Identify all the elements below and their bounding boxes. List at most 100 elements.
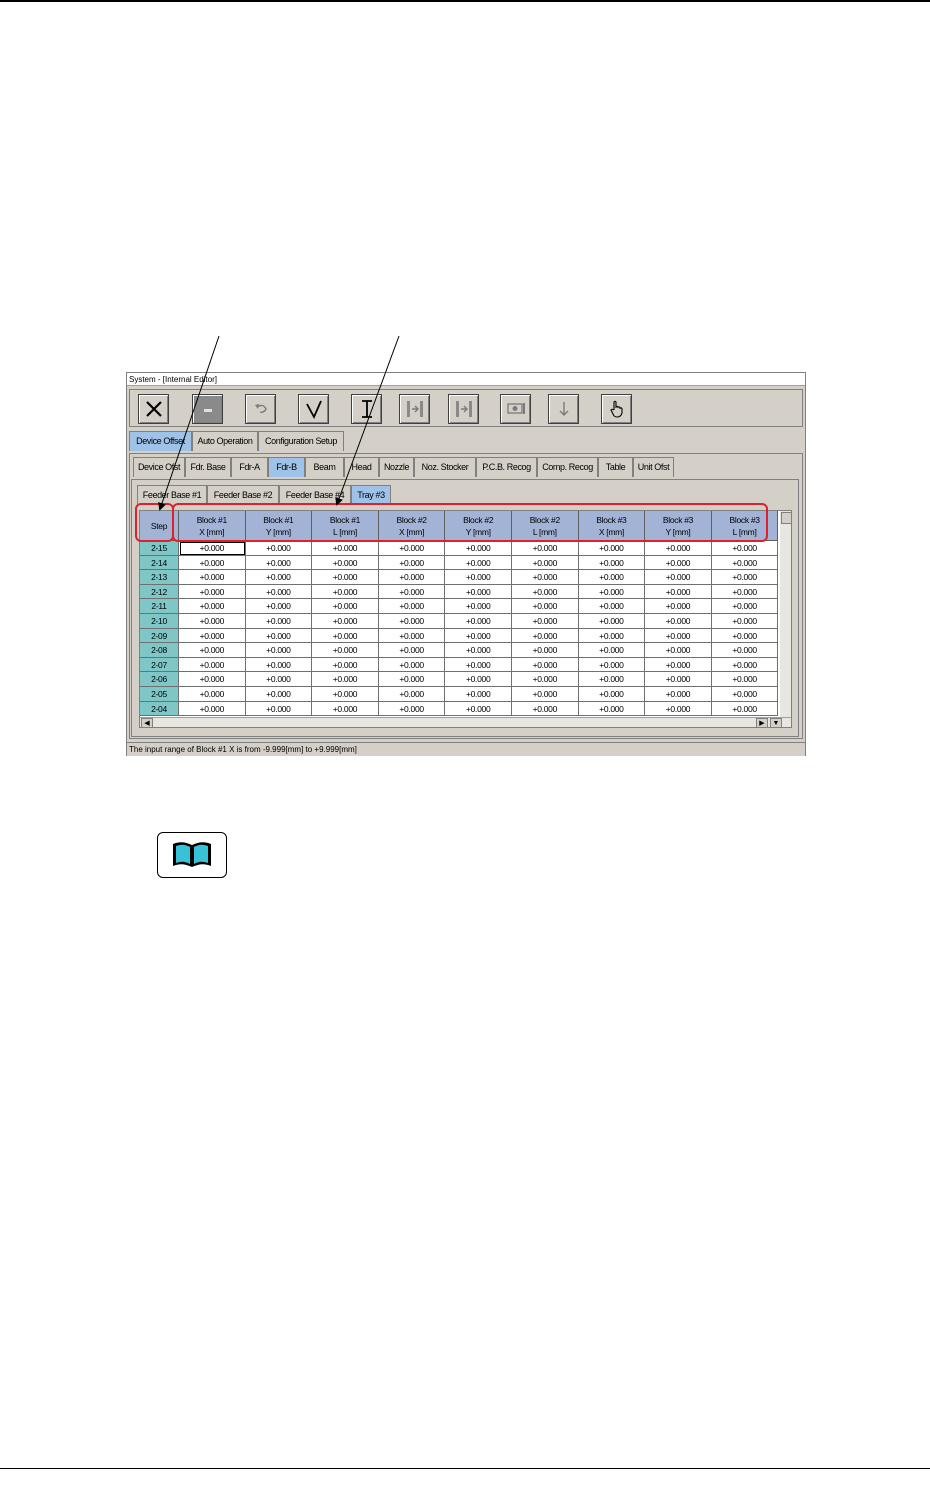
table-cell[interactable]: +0.000 [711,643,779,658]
table-cell[interactable]: +0.000 [445,672,512,687]
table-cell[interactable]: +0.000 [245,643,313,658]
table-cell[interactable]: +0.000 [312,555,379,571]
tab-feeder-base-1[interactable]: Feeder Base #1 [137,485,207,505]
table-cell[interactable]: +0.000 [378,555,446,571]
table-cell[interactable]: +0.000 [645,701,712,717]
tab-nozzle[interactable]: Nozzle [379,457,414,477]
step-cell[interactable]: 2-07 [140,657,179,673]
table-cell[interactable]: +0.000 [245,599,313,614]
table-cell[interactable]: +0.000 [179,584,246,600]
table-cell[interactable]: +0.000 [179,541,246,556]
device-button[interactable] [500,394,531,424]
tab-auto-operation[interactable]: Auto Operation [192,431,258,451]
table-cell[interactable]: +0.000 [179,657,246,673]
table-cell[interactable]: +0.000 [711,555,779,571]
table-cell[interactable]: +0.000 [645,541,712,556]
table-cell[interactable]: +0.000 [378,628,446,644]
step-cell[interactable]: 2-05 [140,687,179,702]
table-cell[interactable]: +0.000 [245,628,313,644]
scroll-left-button[interactable]: ◀ [141,718,153,727]
table-cell[interactable]: +0.000 [711,628,779,644]
table-cell[interactable]: +0.000 [645,628,712,644]
close-button[interactable] [138,394,169,424]
step-cell[interactable]: 2-15 [140,541,179,556]
table-cell[interactable]: +0.000 [445,541,512,556]
tab-noz-stocker[interactable]: Noz. Stocker [414,457,476,477]
table-cell[interactable]: +0.000 [645,672,712,687]
table-cell[interactable]: +0.000 [378,657,446,673]
table-cell[interactable]: +0.000 [578,657,646,673]
table-cell[interactable]: +0.000 [312,628,379,644]
hand-button[interactable] [601,394,632,424]
undo-button[interactable] [245,394,276,424]
table-cell[interactable]: +0.000 [711,657,779,673]
table-cell[interactable]: +0.000 [245,672,313,687]
tab-table[interactable]: Table [598,457,633,477]
table-cell[interactable]: +0.000 [179,614,246,629]
table-cell[interactable]: +0.000 [245,701,313,717]
table-cell[interactable]: +0.000 [312,687,379,702]
tab-comp-recog[interactable]: Comp. Recog [537,457,598,477]
table-cell[interactable]: +0.000 [445,643,512,658]
table-cell[interactable]: +0.000 [312,701,379,717]
table-cell[interactable]: +0.000 [578,555,646,571]
scroll-up-button[interactable]: ▲ [781,512,791,524]
table-cell[interactable]: +0.000 [378,599,446,614]
table-cell[interactable]: +0.000 [445,570,512,585]
confirm-button[interactable] [298,394,329,424]
table-cell[interactable]: +0.000 [179,672,246,687]
table-cell[interactable]: +0.000 [445,657,512,673]
table-cell[interactable]: +0.000 [645,614,712,629]
step-cell[interactable]: 2-13 [140,570,179,585]
table-cell[interactable]: +0.000 [645,570,712,585]
table-cell[interactable]: +0.000 [245,541,313,556]
step-cell[interactable]: 2-11 [140,599,179,614]
table-cell[interactable]: +0.000 [645,687,712,702]
insert-button[interactable] [351,394,382,424]
table-cell[interactable]: +0.000 [578,687,646,702]
table-cell[interactable]: +0.000 [578,570,646,585]
table-cell[interactable]: +0.000 [312,643,379,658]
tab-fdr-b[interactable]: Fdr-B [268,457,305,477]
tab-device-offset[interactable]: Device Offset [129,431,192,451]
tab-fdr-a[interactable]: Fdr-A [231,457,268,477]
table-cell[interactable]: +0.000 [312,541,379,556]
table-cell[interactable]: +0.000 [711,570,779,585]
table-cell[interactable]: +0.000 [645,555,712,571]
tab-pcb-recog[interactable]: P.C.B. Recog [476,457,537,477]
table-cell[interactable]: +0.000 [512,701,579,717]
table-cell[interactable]: +0.000 [312,599,379,614]
table-cell[interactable]: +0.000 [312,570,379,585]
table-cell[interactable]: +0.000 [312,614,379,629]
table-cell[interactable]: +0.000 [179,570,246,585]
horizontal-scrollbar[interactable]: ◀ ▶ ▼ [140,717,791,727]
table-cell[interactable]: +0.000 [512,687,579,702]
table-cell[interactable]: +0.000 [378,570,446,585]
tab-unit-ofst[interactable]: Unit Ofst [633,457,674,477]
table-cell[interactable]: +0.000 [445,687,512,702]
table-cell[interactable]: +0.000 [179,555,246,571]
table-cell[interactable]: +0.000 [711,614,779,629]
table-cell[interactable]: +0.000 [512,584,579,600]
table-cell[interactable]: +0.000 [445,599,512,614]
tab-tray-3[interactable]: Tray #3 [351,485,391,505]
tab-head[interactable]: Head [344,457,379,477]
tab-feeder-base-2[interactable]: Feeder Base #2 [207,485,279,505]
table-cell[interactable]: +0.000 [578,614,646,629]
table-cell[interactable]: +0.000 [378,701,446,717]
table-cell[interactable]: +0.000 [512,657,579,673]
table-cell[interactable]: +0.000 [378,541,446,556]
step-cell[interactable]: 2-04 [140,701,179,717]
step-forward-button[interactable] [399,394,430,424]
table-cell[interactable]: +0.000 [312,672,379,687]
tab-device-ofst[interactable]: Device Ofst [133,457,185,477]
table-cell[interactable]: +0.000 [312,657,379,673]
table-cell[interactable]: +0.000 [445,584,512,600]
table-cell[interactable]: +0.000 [578,701,646,717]
table-cell[interactable]: +0.000 [645,657,712,673]
table-cell[interactable]: +0.000 [245,687,313,702]
table-cell[interactable]: +0.000 [578,584,646,600]
minimize-button[interactable] [192,394,223,424]
table-cell[interactable]: +0.000 [512,570,579,585]
table-cell[interactable]: +0.000 [711,541,779,556]
